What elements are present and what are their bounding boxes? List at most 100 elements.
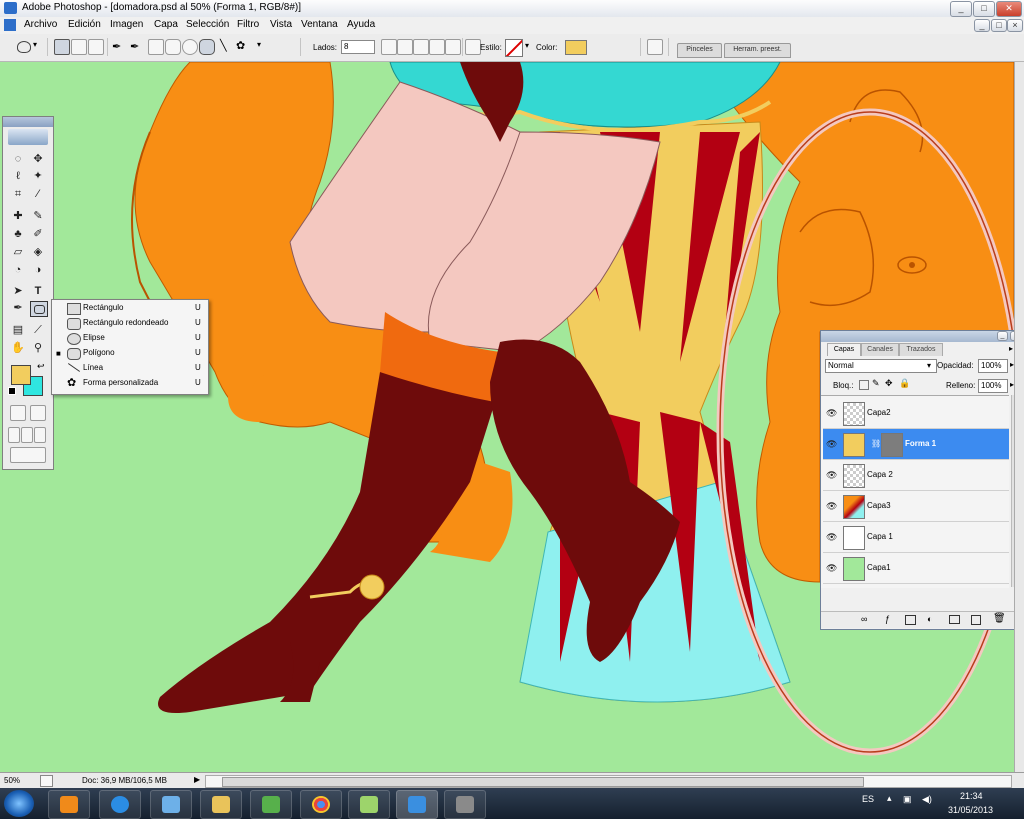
ellipse-shape-button[interactable] <box>182 39 198 55</box>
menu-capa[interactable]: Capa <box>154 19 178 30</box>
shape-layers-mode-button[interactable] <box>54 39 70 55</box>
pen-tool-icon[interactable]: ✒ <box>10 301 26 315</box>
shape-color-swatch[interactable] <box>565 40 587 55</box>
full-screen-button[interactable] <box>34 427 46 443</box>
layer-row[interactable]: 👁 Capa 1 <box>823 522 1009 553</box>
go-to-bridge-button[interactable] <box>647 39 663 55</box>
style-dropdown-arrow-icon[interactable]: ▾ <box>525 41 529 50</box>
restore-button[interactable]: □ <box>973 1 995 17</box>
exclude-shape-area-button[interactable] <box>445 39 461 55</box>
lock-image-icon[interactable]: ✎ <box>872 378 880 389</box>
opacity-input[interactable]: 100% <box>978 359 1008 373</box>
layer-style-icon[interactable]: ƒ <box>885 614 890 624</box>
brushes-palette-tab[interactable]: Pinceles <box>677 43 722 58</box>
path-selection-icon[interactable]: ➤ <box>10 284 26 298</box>
magic-wand-icon[interactable]: ✦ <box>30 169 46 183</box>
visibility-eye-icon[interactable]: 👁 <box>826 408 837 419</box>
custom-shape-icon[interactable]: ✿ <box>236 39 245 52</box>
standard-screen-button[interactable] <box>8 427 20 443</box>
menu-filtro[interactable]: Filtro <box>237 19 259 30</box>
eraser-tool-icon[interactable]: ▱ <box>10 245 26 259</box>
layers-panel-header[interactable]: _ × <box>821 331 1023 342</box>
clone-stamp-icon[interactable]: ♣ <box>10 227 26 241</box>
visibility-eye-icon[interactable]: 👁 <box>826 563 837 574</box>
subtract-shape-area-button[interactable] <box>413 39 429 55</box>
blur-tool-icon[interactable]: ◔ <box>10 263 26 277</box>
visibility-eye-icon[interactable]: 👁 <box>826 470 837 481</box>
lock-position-icon[interactable]: ✥ <box>885 378 893 389</box>
close-button[interactable]: ✕ <box>996 1 1022 17</box>
visibility-eye-icon[interactable]: 👁 <box>826 501 837 512</box>
type-tool-icon[interactable]: T <box>30 284 46 298</box>
layer-row[interactable]: 👁 Capa3 <box>823 491 1009 522</box>
language-indicator[interactable]: ES <box>862 794 874 804</box>
add-shape-area-button[interactable] <box>397 39 413 55</box>
menu-imagen[interactable]: Imagen <box>110 19 143 30</box>
geometry-options-arrow-icon[interactable]: ▾ <box>257 40 261 49</box>
clock-date[interactable]: 31/05/2013 <box>948 805 993 815</box>
zoom-level[interactable]: 50% <box>4 776 20 785</box>
fill-input[interactable]: 100% <box>978 379 1008 393</box>
brush-tool-icon[interactable]: ✎ <box>30 209 46 223</box>
taskbar-explorer[interactable] <box>200 790 242 819</box>
preset-dropdown-arrow-icon[interactable]: ▾ <box>33 40 37 49</box>
chain-link-icon[interactable]: ⛓ <box>871 439 881 448</box>
quick-mask-mode-button[interactable] <box>30 405 46 421</box>
menu-seleccion[interactable]: Selección <box>186 19 229 30</box>
layer-row-selected[interactable]: 👁 ⛓ Forma 1 <box>823 429 1009 460</box>
show-hidden-icons-icon[interactable]: ▴ <box>887 793 892 804</box>
style-picker[interactable] <box>505 39 523 57</box>
eyedropper-icon[interactable]: ⟋ <box>30 323 46 337</box>
polygon-preset-icon[interactable] <box>17 41 31 53</box>
taskbar-paint[interactable] <box>150 790 192 819</box>
menu-ventana[interactable]: Ventana <box>301 19 338 30</box>
menu-vista[interactable]: Vista <box>270 19 292 30</box>
standard-mode-button[interactable] <box>10 405 26 421</box>
hand-tool-icon[interactable]: ✋ <box>10 341 26 355</box>
layer-row[interactable]: 👁 Capa1 <box>823 553 1009 584</box>
flyout-item-polygon[interactable]: ■ Polígono U <box>52 346 208 361</box>
flyout-item-rounded-rectangle[interactable]: Rectángulo redondeado U <box>52 316 208 331</box>
new-group-icon[interactable] <box>949 615 960 624</box>
minimize-button[interactable]: _ <box>950 1 972 17</box>
jump-to-imageready-button[interactable] <box>10 447 46 463</box>
new-layer-icon[interactable] <box>971 615 981 625</box>
flyout-item-custom-shape[interactable]: ✿ Forma personalizada U <box>52 376 208 391</box>
visibility-eye-icon[interactable]: 👁 <box>826 532 837 543</box>
taskbar-sketch[interactable] <box>444 790 486 819</box>
taskbar-app[interactable] <box>348 790 390 819</box>
menu-edicion[interactable]: Edición <box>68 19 101 30</box>
document-icon[interactable] <box>4 19 16 31</box>
adjustment-layer-icon[interactable]: ◐ <box>927 614 932 624</box>
doc-close-button[interactable]: × <box>1007 19 1023 32</box>
crop-tool-icon[interactable]: ⌗ <box>10 187 26 201</box>
intersect-shape-area-button[interactable] <box>429 39 445 55</box>
link-style-button[interactable] <box>465 39 481 55</box>
panel-minimize-button[interactable]: _ <box>997 331 1008 341</box>
status-options-icon[interactable] <box>40 775 53 787</box>
dodge-tool-icon[interactable]: ◑ <box>30 263 46 277</box>
tab-paths[interactable]: Trazados <box>899 343 943 356</box>
paths-mode-button[interactable] <box>71 39 87 55</box>
zoom-tool-icon[interactable]: ⚲ <box>30 341 46 355</box>
taskbar-chrome[interactable] <box>300 790 342 819</box>
flyout-item-ellipse[interactable]: Elipse U <box>52 331 208 346</box>
network-icon[interactable]: ▣ <box>903 794 912 805</box>
rounded-rect-shape-button[interactable] <box>165 39 181 55</box>
tab-layers[interactable]: Capas <box>827 343 861 356</box>
lock-transparency-icon[interactable] <box>859 380 869 390</box>
rectangle-shape-button[interactable] <box>148 39 164 55</box>
clock-time[interactable]: 21:34 <box>960 791 983 801</box>
horizontal-scrollbar[interactable] <box>205 775 1012 788</box>
add-mask-icon[interactable] <box>905 615 916 625</box>
default-colors-icon[interactable] <box>8 387 16 395</box>
new-shape-area-button[interactable] <box>381 39 397 55</box>
doc-minimize-button[interactable]: _ <box>974 19 990 32</box>
taskbar-media-player[interactable] <box>48 790 90 819</box>
healing-brush-icon[interactable]: ✚ <box>10 209 26 223</box>
feather-logo-icon[interactable] <box>8 129 48 145</box>
polygon-shape-button[interactable] <box>199 39 215 55</box>
marquee-tool-icon[interactable]: ◌ <box>10 152 26 166</box>
taskbar-people[interactable] <box>250 790 292 819</box>
shape-tool-button[interactable] <box>30 301 48 317</box>
